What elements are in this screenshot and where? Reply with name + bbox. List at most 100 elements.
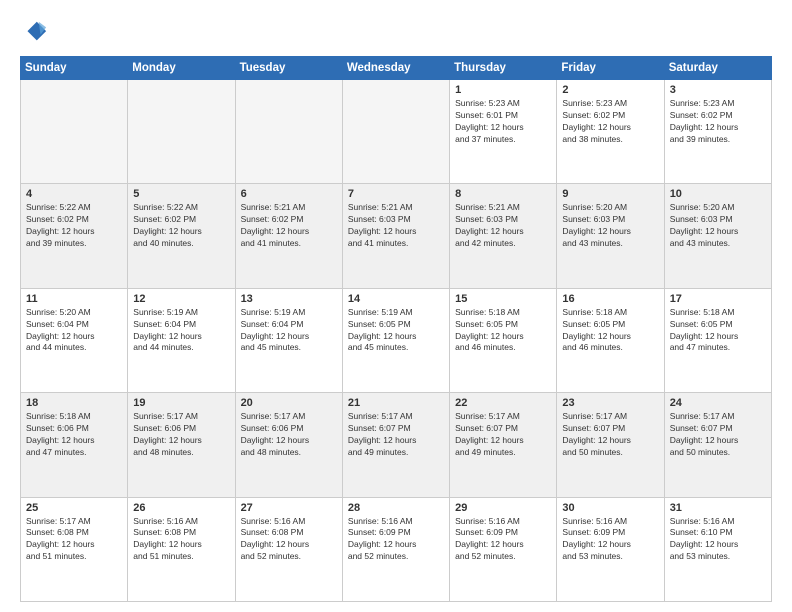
- calendar-cell: 20 Sunrise: 5:17 AM Sunset: 6:06 PM Dayli…: [235, 393, 342, 497]
- col-header-tuesday: Tuesday: [235, 57, 342, 80]
- day-number: 25: [26, 502, 122, 514]
- day-number: 13: [241, 293, 337, 305]
- day-info: Sunrise: 5:21 AM Sunset: 6:02 PM Dayligh…: [241, 202, 337, 250]
- calendar-cell: 18 Sunrise: 5:18 AM Sunset: 6:06 PM Dayli…: [21, 393, 128, 497]
- col-header-thursday: Thursday: [450, 57, 557, 80]
- calendar-cell: 6 Sunrise: 5:21 AM Sunset: 6:02 PM Daylig…: [235, 184, 342, 288]
- calendar-cell: 30 Sunrise: 5:16 AM Sunset: 6:09 PM Dayli…: [557, 497, 664, 601]
- day-info: Sunrise: 5:20 AM Sunset: 6:03 PM Dayligh…: [670, 202, 766, 250]
- col-header-wednesday: Wednesday: [342, 57, 449, 80]
- day-number: 20: [241, 397, 337, 409]
- day-info: Sunrise: 5:20 AM Sunset: 6:03 PM Dayligh…: [562, 202, 658, 250]
- day-info: Sunrise: 5:17 AM Sunset: 6:06 PM Dayligh…: [241, 411, 337, 459]
- day-number: 23: [562, 397, 658, 409]
- calendar-cell: 29Sunrise: 5:16 AM Sunset: 6:09 PM Dayli…: [450, 497, 557, 601]
- day-number: 16: [562, 293, 658, 305]
- calendar-cell: 4 Sunrise: 5:22 AM Sunset: 6:02 PM Daylig…: [21, 184, 128, 288]
- col-header-monday: Monday: [128, 57, 235, 80]
- calendar-cell: [235, 80, 342, 184]
- day-info: Sunrise: 5:17 AM Sunset: 6:07 PM Dayligh…: [562, 411, 658, 459]
- logo: [20, 18, 52, 46]
- day-number: 6: [241, 188, 337, 200]
- day-number: 1: [455, 84, 551, 96]
- day-info: Sunrise: 5:18 AM Sunset: 6:05 PM Dayligh…: [670, 307, 766, 355]
- day-info: Sunrise: 5:17 AM Sunset: 6:06 PM Dayligh…: [133, 411, 229, 459]
- day-number: 7: [348, 188, 444, 200]
- day-number: 24: [670, 397, 766, 409]
- day-info: Sunrise: 5:22 AM Sunset: 6:02 PM Dayligh…: [133, 202, 229, 250]
- day-number: 4: [26, 188, 122, 200]
- calendar-header-row: SundayMondayTuesdayWednesdayThursdayFrid…: [21, 57, 772, 80]
- day-number: 31: [670, 502, 766, 514]
- day-number: 21: [348, 397, 444, 409]
- day-info: Sunrise: 5:16 AM Sunset: 6:08 PM Dayligh…: [241, 516, 337, 564]
- day-info: Sunrise: 5:23 AM Sunset: 6:01 PM Dayligh…: [455, 98, 551, 146]
- day-info: Sunrise: 5:21 AM Sunset: 6:03 PM Dayligh…: [455, 202, 551, 250]
- calendar-cell: 31 Sunrise: 5:16 AM Sunset: 6:10 PM Dayli…: [664, 497, 771, 601]
- calendar-week-row: 1 Sunrise: 5:23 AM Sunset: 6:01 PM Daylig…: [21, 80, 772, 184]
- day-info: Sunrise: 5:16 AM Sunset: 6:08 PM Dayligh…: [133, 516, 229, 564]
- day-info: Sunrise: 5:17 AM Sunset: 6:07 PM Dayligh…: [670, 411, 766, 459]
- calendar-cell: [342, 80, 449, 184]
- logo-icon: [20, 18, 48, 46]
- day-info: Sunrise: 5:19 AM Sunset: 6:04 PM Dayligh…: [133, 307, 229, 355]
- header: [20, 18, 772, 46]
- day-number: 2: [562, 84, 658, 96]
- day-number: 22: [455, 397, 551, 409]
- day-info: Sunrise: 5:17 AM Sunset: 6:08 PM Dayligh…: [26, 516, 122, 564]
- calendar-cell: 17Sunrise: 5:18 AM Sunset: 6:05 PM Dayli…: [664, 288, 771, 392]
- day-number: 27: [241, 502, 337, 514]
- calendar-cell: 13 Sunrise: 5:19 AM Sunset: 6:04 PM Dayli…: [235, 288, 342, 392]
- calendar-cell: 21 Sunrise: 5:17 AM Sunset: 6:07 PM Dayli…: [342, 393, 449, 497]
- day-info: Sunrise: 5:16 AM Sunset: 6:09 PM Dayligh…: [348, 516, 444, 564]
- calendar-cell: 16 Sunrise: 5:18 AM Sunset: 6:05 PM Dayli…: [557, 288, 664, 392]
- col-header-sunday: Sunday: [21, 57, 128, 80]
- calendar-cell: 1 Sunrise: 5:23 AM Sunset: 6:01 PM Daylig…: [450, 80, 557, 184]
- day-info: Sunrise: 5:19 AM Sunset: 6:04 PM Dayligh…: [241, 307, 337, 355]
- day-number: 8: [455, 188, 551, 200]
- calendar-cell: 12Sunrise: 5:19 AM Sunset: 6:04 PM Dayli…: [128, 288, 235, 392]
- day-info: Sunrise: 5:20 AM Sunset: 6:04 PM Dayligh…: [26, 307, 122, 355]
- calendar-cell: 2 Sunrise: 5:23 AM Sunset: 6:02 PM Daylig…: [557, 80, 664, 184]
- calendar-cell: [21, 80, 128, 184]
- col-header-saturday: Saturday: [664, 57, 771, 80]
- calendar-cell: 22 Sunrise: 5:17 AM Sunset: 6:07 PM Dayli…: [450, 393, 557, 497]
- day-info: Sunrise: 5:23 AM Sunset: 6:02 PM Dayligh…: [670, 98, 766, 146]
- day-info: Sunrise: 5:18 AM Sunset: 6:05 PM Dayligh…: [562, 307, 658, 355]
- day-info: Sunrise: 5:18 AM Sunset: 6:06 PM Dayligh…: [26, 411, 122, 459]
- day-number: 3: [670, 84, 766, 96]
- calendar-week-row: 4 Sunrise: 5:22 AM Sunset: 6:02 PM Daylig…: [21, 184, 772, 288]
- calendar-week-row: 25 Sunrise: 5:17 AM Sunset: 6:08 PM Dayli…: [21, 497, 772, 601]
- calendar-cell: 10 Sunrise: 5:20 AM Sunset: 6:03 PM Dayli…: [664, 184, 771, 288]
- calendar-cell: 15Sunrise: 5:18 AM Sunset: 6:05 PM Dayli…: [450, 288, 557, 392]
- calendar-cell: 25 Sunrise: 5:17 AM Sunset: 6:08 PM Dayli…: [21, 497, 128, 601]
- calendar-cell: 11Sunrise: 5:20 AM Sunset: 6:04 PM Dayli…: [21, 288, 128, 392]
- day-info: Sunrise: 5:16 AM Sunset: 6:09 PM Dayligh…: [562, 516, 658, 564]
- day-info: Sunrise: 5:22 AM Sunset: 6:02 PM Dayligh…: [26, 202, 122, 250]
- calendar-cell: 26 Sunrise: 5:16 AM Sunset: 6:08 PM Dayli…: [128, 497, 235, 601]
- day-info: Sunrise: 5:16 AM Sunset: 6:09 PM Dayligh…: [455, 516, 551, 564]
- calendar-cell: 19 Sunrise: 5:17 AM Sunset: 6:06 PM Dayli…: [128, 393, 235, 497]
- day-info: Sunrise: 5:23 AM Sunset: 6:02 PM Dayligh…: [562, 98, 658, 146]
- day-info: Sunrise: 5:17 AM Sunset: 6:07 PM Dayligh…: [348, 411, 444, 459]
- calendar-cell: 27 Sunrise: 5:16 AM Sunset: 6:08 PM Dayli…: [235, 497, 342, 601]
- calendar-cell: 23 Sunrise: 5:17 AM Sunset: 6:07 PM Dayli…: [557, 393, 664, 497]
- day-info: Sunrise: 5:19 AM Sunset: 6:05 PM Dayligh…: [348, 307, 444, 355]
- day-number: 28: [348, 502, 444, 514]
- day-number: 10: [670, 188, 766, 200]
- day-number: 15: [455, 293, 551, 305]
- calendar-cell: [128, 80, 235, 184]
- day-info: Sunrise: 5:16 AM Sunset: 6:10 PM Dayligh…: [670, 516, 766, 564]
- day-number: 19: [133, 397, 229, 409]
- day-number: 9: [562, 188, 658, 200]
- calendar-cell: 9 Sunrise: 5:20 AM Sunset: 6:03 PM Daylig…: [557, 184, 664, 288]
- calendar-cell: 14Sunrise: 5:19 AM Sunset: 6:05 PM Dayli…: [342, 288, 449, 392]
- day-number: 26: [133, 502, 229, 514]
- calendar-cell: 8 Sunrise: 5:21 AM Sunset: 6:03 PM Daylig…: [450, 184, 557, 288]
- day-number: 5: [133, 188, 229, 200]
- day-number: 18: [26, 397, 122, 409]
- calendar-week-row: 18 Sunrise: 5:18 AM Sunset: 6:06 PM Dayli…: [21, 393, 772, 497]
- calendar-cell: 3 Sunrise: 5:23 AM Sunset: 6:02 PM Daylig…: [664, 80, 771, 184]
- day-info: Sunrise: 5:17 AM Sunset: 6:07 PM Dayligh…: [455, 411, 551, 459]
- day-number: 30: [562, 502, 658, 514]
